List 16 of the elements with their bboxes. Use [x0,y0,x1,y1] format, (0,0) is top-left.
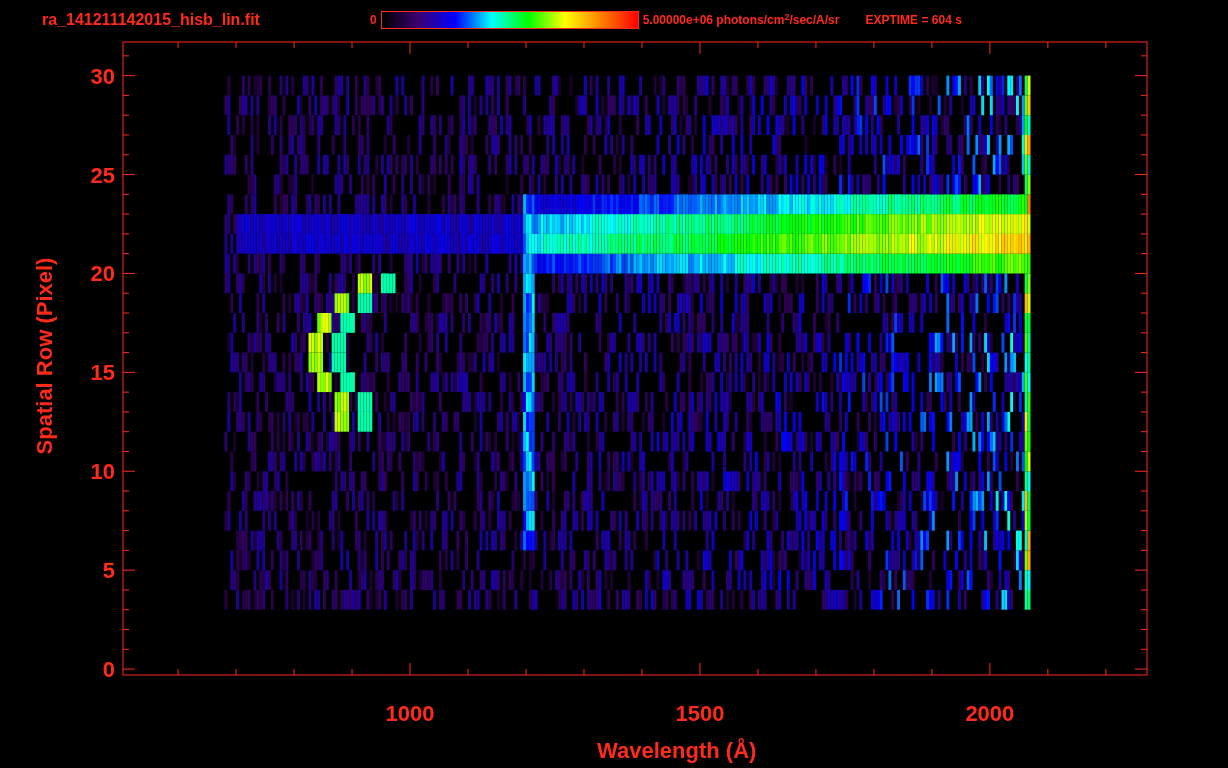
plot-title: ra_141211142015_hisb_lin.fit [42,10,260,30]
exposure-time: EXPTIME = 604 s [865,12,962,29]
x-axis-label: Wavelength (Å) [597,738,757,763]
colorbar-max-label: 5.00000e+06 photons/cm$^{2}$/sec/A/sr [642,11,840,29]
y-tick-label: 25 [90,162,115,188]
y-tick-label: 15 [90,360,115,386]
x-tick-label: 2000 [965,701,1015,726]
y-tick-label: 0 [102,657,115,683]
x-tick-label: 1500 [675,701,725,726]
y-tick-label: 10 [90,459,115,485]
y-tick-label: 5 [102,558,115,584]
y-axis-label: Spatial Row (Pixel) [32,257,57,455]
y-tick-label: 20 [90,261,115,287]
x-tick-label: 1000 [385,701,435,726]
colorbar-min-label: 0 [369,12,377,29]
y-tick-label: 30 [90,63,115,89]
